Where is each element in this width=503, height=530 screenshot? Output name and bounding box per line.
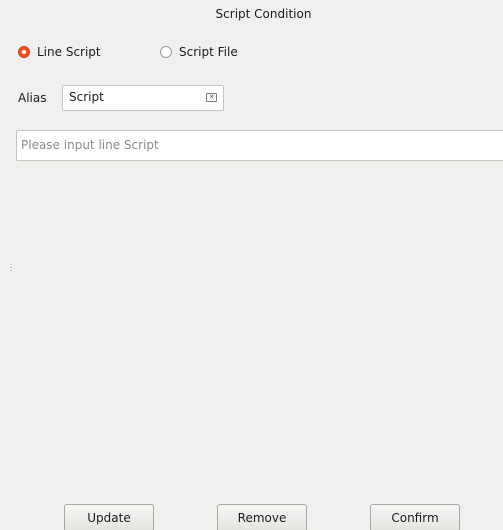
alias-input[interactable]: Script: [62, 85, 224, 111]
radio-unchecked-icon: [160, 46, 172, 58]
remove-button[interactable]: Remove: [217, 504, 307, 530]
radio-script-file-label: Script File: [179, 45, 238, 59]
splitter-handle[interactable]: [10, 264, 12, 272]
radio-checked-icon: [18, 46, 30, 58]
radio-line-script-label: Line Script: [37, 45, 101, 59]
confirm-button[interactable]: Confirm: [370, 504, 460, 530]
radio-script-file[interactable]: Script File: [160, 44, 238, 60]
update-button[interactable]: Update: [64, 504, 154, 530]
line-script-input[interactable]: Please input line Script: [16, 130, 503, 161]
dialog-title: Script Condition: [215, 7, 312, 21]
radio-line-script[interactable]: Line Script: [18, 44, 101, 60]
clear-input-icon[interactable]: ✕: [206, 93, 217, 102]
alias-label: Alias: [18, 91, 47, 105]
